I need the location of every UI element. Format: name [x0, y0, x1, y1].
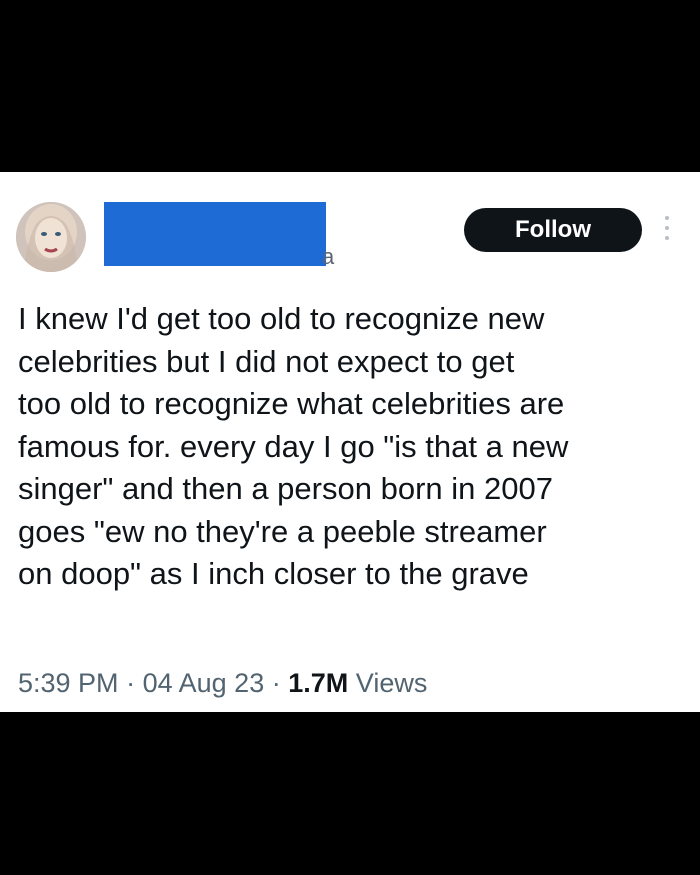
avatar[interactable] — [16, 202, 86, 272]
more-options-icon[interactable] — [662, 216, 672, 248]
post-meta: 5:39 PM · 04 Aug 23 · 1.7M Views — [18, 668, 427, 699]
views-count: 1.7M — [288, 668, 349, 698]
post-text-line: too old to recognize what celebrities ar… — [18, 386, 565, 421]
author-handle-fragment: a — [322, 244, 335, 269]
views-label: Views — [355, 668, 428, 698]
post-text-line: I knew I'd get too old to recognize new — [18, 301, 545, 336]
meta-separator: · — [126, 668, 136, 698]
post-text-line: singer" and then a person born in 2007 — [18, 471, 553, 506]
post-card: a Follow I knew I'd get too old to recog… — [0, 172, 700, 712]
post-time[interactable]: 5:39 PM — [18, 668, 119, 698]
post-text-line: goes "ew no they're a peeble streamer — [18, 513, 547, 549]
post-date[interactable]: 04 Aug 23 — [143, 668, 265, 698]
author-name-redaction — [104, 202, 326, 266]
post-text: I knew I'd get too old to recognize new … — [18, 298, 690, 596]
meta-separator: · — [271, 668, 281, 698]
post-text-line: on doop" as I inch closer to the grave — [18, 556, 529, 591]
post-text-line: famous for. every day I go "is that a ne… — [18, 428, 569, 464]
avatar-image — [16, 202, 86, 272]
follow-button[interactable]: Follow — [464, 208, 642, 252]
post-text-line: celebrities but I did not expect to get — [18, 343, 515, 379]
